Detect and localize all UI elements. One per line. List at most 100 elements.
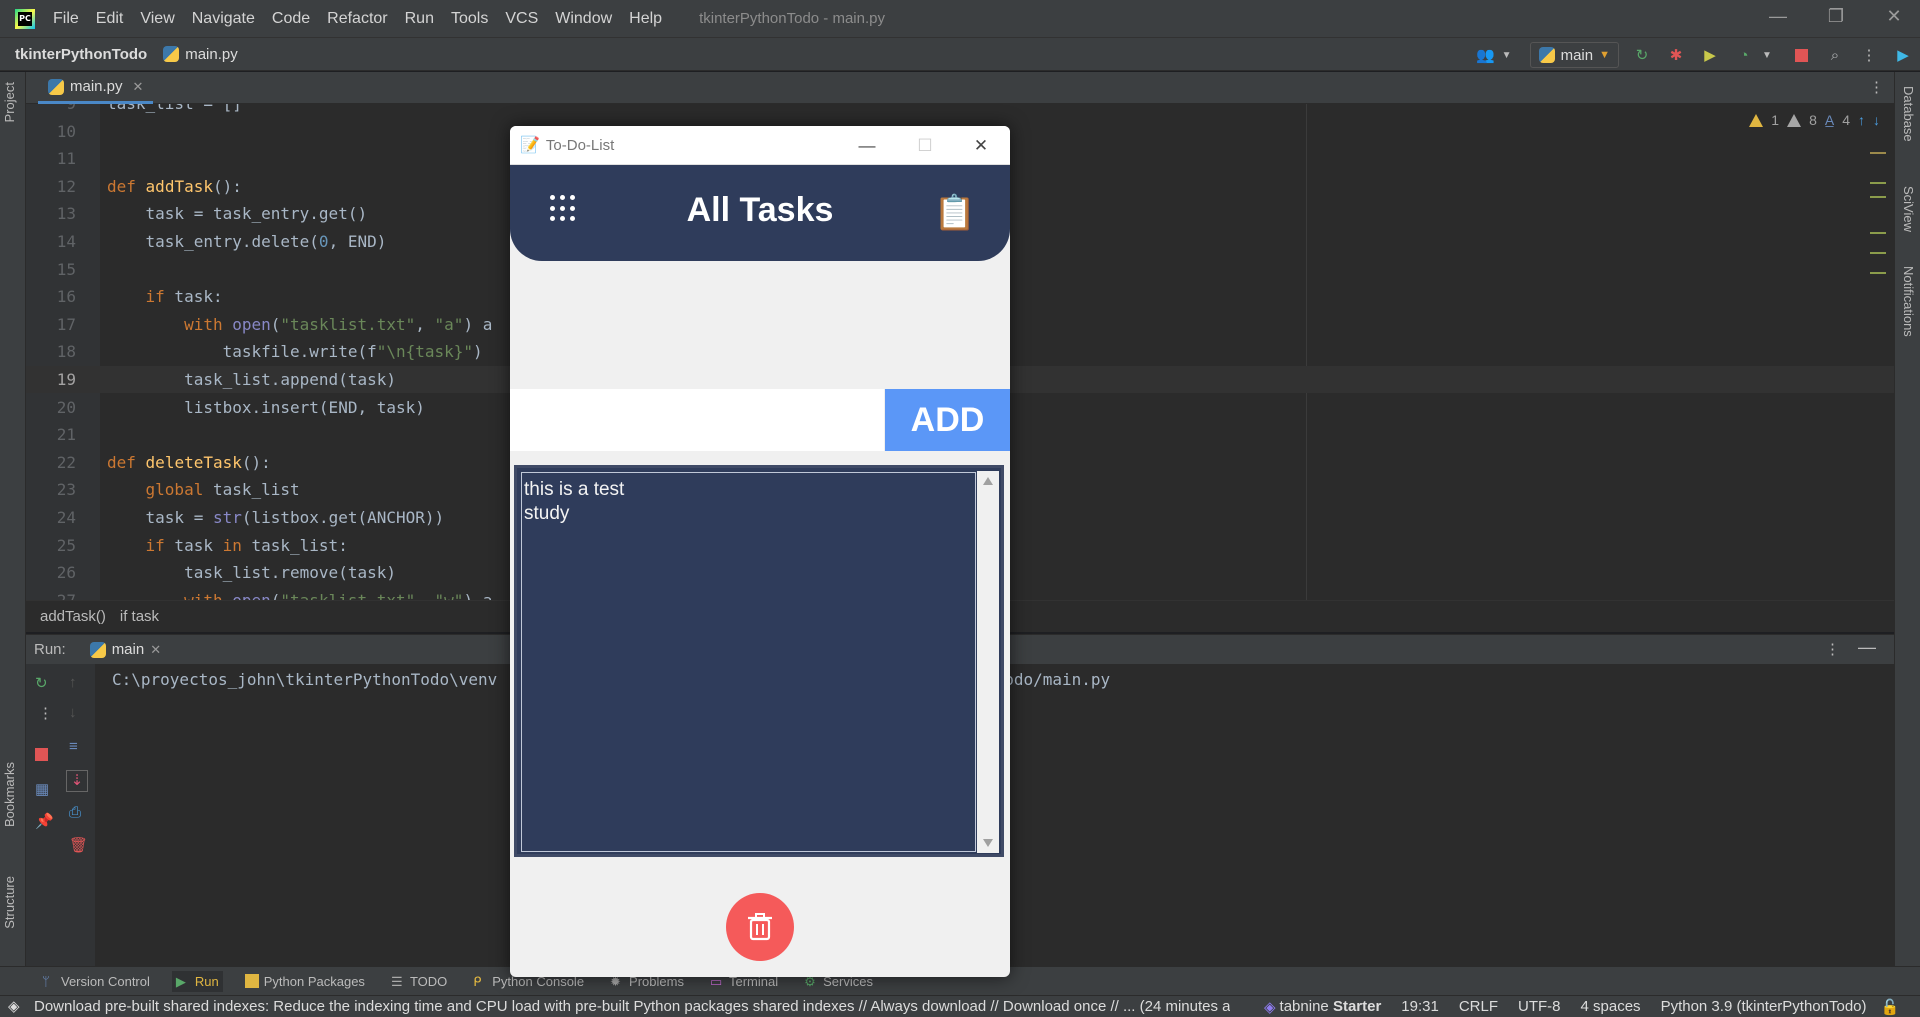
code-text: task_list = []: [107, 104, 242, 117]
notifications-tool-tab[interactable]: Notifications: [1901, 266, 1916, 337]
menu-view[interactable]: View: [140, 10, 174, 28]
line-number: 10: [56, 121, 76, 141]
code-text: task_list.remove(task): [107, 563, 396, 583]
list-item[interactable]: study: [524, 502, 973, 526]
run-config-label: main: [1560, 46, 1594, 64]
more-icon[interactable]: ⋮: [1859, 45, 1879, 65]
console-text-left: C:\proyectos_john\tkinterPythonTodo\venv: [112, 670, 498, 689]
delete-task-button[interactable]: [726, 893, 794, 961]
search-icon[interactable]: ⌕: [1825, 45, 1845, 65]
breadcrumb-file[interactable]: main.py: [185, 46, 238, 63]
python-interpreter[interactable]: Python 3.9 (tkinterPythonTodo): [1661, 998, 1867, 1015]
tabnine-widget[interactable]: tabnine Starter: [1280, 998, 1382, 1015]
chevron-down-icon[interactable]: ▼: [1757, 45, 1777, 65]
scroll-marker: [1870, 272, 1886, 274]
arrow-down-icon[interactable]: ↓: [69, 704, 85, 721]
database-tool-tab[interactable]: Database: [1901, 86, 1916, 142]
breadcrumb-project[interactable]: tkinterPythonTodo: [15, 46, 147, 63]
scroll-up-icon[interactable]: [983, 477, 993, 485]
tool-label: TODO: [409, 973, 448, 989]
rerun-icon[interactable]: ↻: [1632, 45, 1652, 65]
layout-icon[interactable]: ▦: [35, 780, 51, 798]
bookmarks-tool-tab[interactable]: Bookmarks: [2, 762, 17, 827]
notification-icon[interactable]: ◈: [8, 997, 20, 1015]
close-icon[interactable]: ✕: [966, 136, 996, 156]
code-with-me-icon[interactable]: ▶: [1893, 45, 1913, 65]
branch-icon: ᛘ: [42, 974, 50, 989]
menu-tools[interactable]: Tools: [451, 10, 488, 28]
stop-icon[interactable]: [35, 748, 51, 764]
run-panel-label: Run:: [34, 641, 66, 658]
menu-help[interactable]: Help: [629, 10, 662, 28]
menu-window[interactable]: Window: [555, 10, 612, 28]
tool-python-packages[interactable]: Python Packages: [241, 971, 369, 992]
restore-icon[interactable]: ❐: [1824, 6, 1848, 27]
minimize-icon[interactable]: —: [1766, 6, 1790, 27]
menu-refactor[interactable]: Refactor: [327, 10, 387, 28]
more-icon[interactable]: ⋮: [1825, 640, 1840, 658]
lock-icon[interactable]: 🔓: [1881, 998, 1900, 1016]
status-message[interactable]: Download pre-built shared indexes: Reduc…: [34, 998, 1230, 1015]
hide-panel-icon[interactable]: —: [1858, 637, 1876, 658]
more-icon[interactable]: ⋮: [1869, 78, 1884, 96]
code-text: listbox.insert(END, task): [107, 397, 425, 417]
scroll-down-icon[interactable]: [983, 839, 993, 847]
code-text: global task_list: [145, 480, 300, 500]
todo-header: All Tasks 📋: [510, 165, 1010, 261]
close-tab-icon[interactable]: ✕: [133, 79, 144, 95]
tool-todo[interactable]: ☰ TODO: [387, 971, 451, 992]
run-tab-main[interactable]: main ✕: [89, 641, 161, 658]
task-entry[interactable]: [510, 389, 884, 451]
trash-icon[interactable]: 🗑: [69, 836, 88, 854]
tool-run[interactable]: ▶ Run: [171, 970, 223, 992]
rerun-icon[interactable]: ↻: [35, 674, 51, 692]
line-number: 17: [56, 314, 76, 334]
profile-icon[interactable]: ◔: [1734, 45, 1754, 65]
previous-highlight-icon[interactable]: ↑: [1858, 112, 1865, 128]
users-icon[interactable]: 👥: [1476, 45, 1496, 65]
structure-tool-tab[interactable]: Structure: [2, 876, 17, 929]
inspection-widget[interactable]: 1 8 A̲ 4 ↑ ↓: [1749, 112, 1880, 128]
scroll-to-end-icon[interactable]: ⇣: [66, 770, 88, 792]
indent-setting[interactable]: 4 spaces: [1581, 998, 1641, 1015]
more-icon[interactable]: ⋮: [38, 704, 54, 722]
debug-icon[interactable]: ✱: [1666, 45, 1686, 65]
print-icon[interactable]: ⎙: [69, 804, 85, 821]
maximize-icon: ☐: [917, 136, 933, 155]
pin-icon[interactable]: 📌: [35, 812, 54, 830]
stop-icon[interactable]: [1791, 45, 1811, 65]
soft-wrap-icon[interactable]: ≡: [69, 738, 85, 755]
minimize-icon[interactable]: —: [852, 136, 882, 156]
add-task-button[interactable]: ADD: [885, 389, 1010, 451]
close-tab-icon[interactable]: ✕: [150, 642, 161, 658]
line-number: 26: [56, 563, 76, 583]
run-coverage-icon[interactable]: ▶: [1700, 45, 1720, 65]
tab-main-py[interactable]: main.py ✕: [38, 72, 154, 104]
menu-navigate[interactable]: Navigate: [192, 10, 255, 28]
breadcrumb-function[interactable]: addTask(): [40, 608, 106, 625]
next-highlight-icon[interactable]: ↓: [1873, 112, 1880, 128]
menu-code[interactable]: Code: [272, 10, 310, 28]
caret-position[interactable]: 19:31: [1401, 998, 1439, 1015]
close-icon[interactable]: ✕: [1882, 6, 1906, 27]
trash-icon: [748, 913, 772, 941]
tool-version-control[interactable]: ᛘ Version Control: [38, 971, 154, 992]
menu-edit[interactable]: Edit: [96, 10, 124, 28]
list-item[interactable]: this is a test: [524, 478, 973, 502]
project-tool-tab[interactable]: Project: [2, 82, 17, 122]
task-listbox[interactable]: this is a test study: [521, 472, 976, 852]
code-line[interactable]: 9 task_list = []: [26, 104, 1894, 117]
menu-vcs[interactable]: VCS: [505, 10, 538, 28]
breadcrumb-if[interactable]: if task: [120, 608, 159, 625]
listbox-scrollbar[interactable]: [977, 471, 999, 853]
chevron-down-icon[interactable]: ▼: [1497, 45, 1517, 65]
todo-app-window: 📝 To-Do-List — ☐ ✕ All Tasks 📋 ADD this …: [510, 126, 1010, 977]
file-encoding[interactable]: UTF-8: [1518, 998, 1561, 1015]
tabnine-plan: Starter: [1332, 998, 1382, 1015]
menu-file[interactable]: File: [53, 10, 79, 28]
run-config-selector[interactable]: main ▼: [1529, 42, 1619, 68]
line-separator[interactable]: CRLF: [1459, 998, 1498, 1015]
menu-run[interactable]: Run: [405, 10, 434, 28]
sciview-tool-tab[interactable]: SciView: [1901, 186, 1916, 232]
arrow-up-icon[interactable]: ↑: [69, 674, 85, 691]
